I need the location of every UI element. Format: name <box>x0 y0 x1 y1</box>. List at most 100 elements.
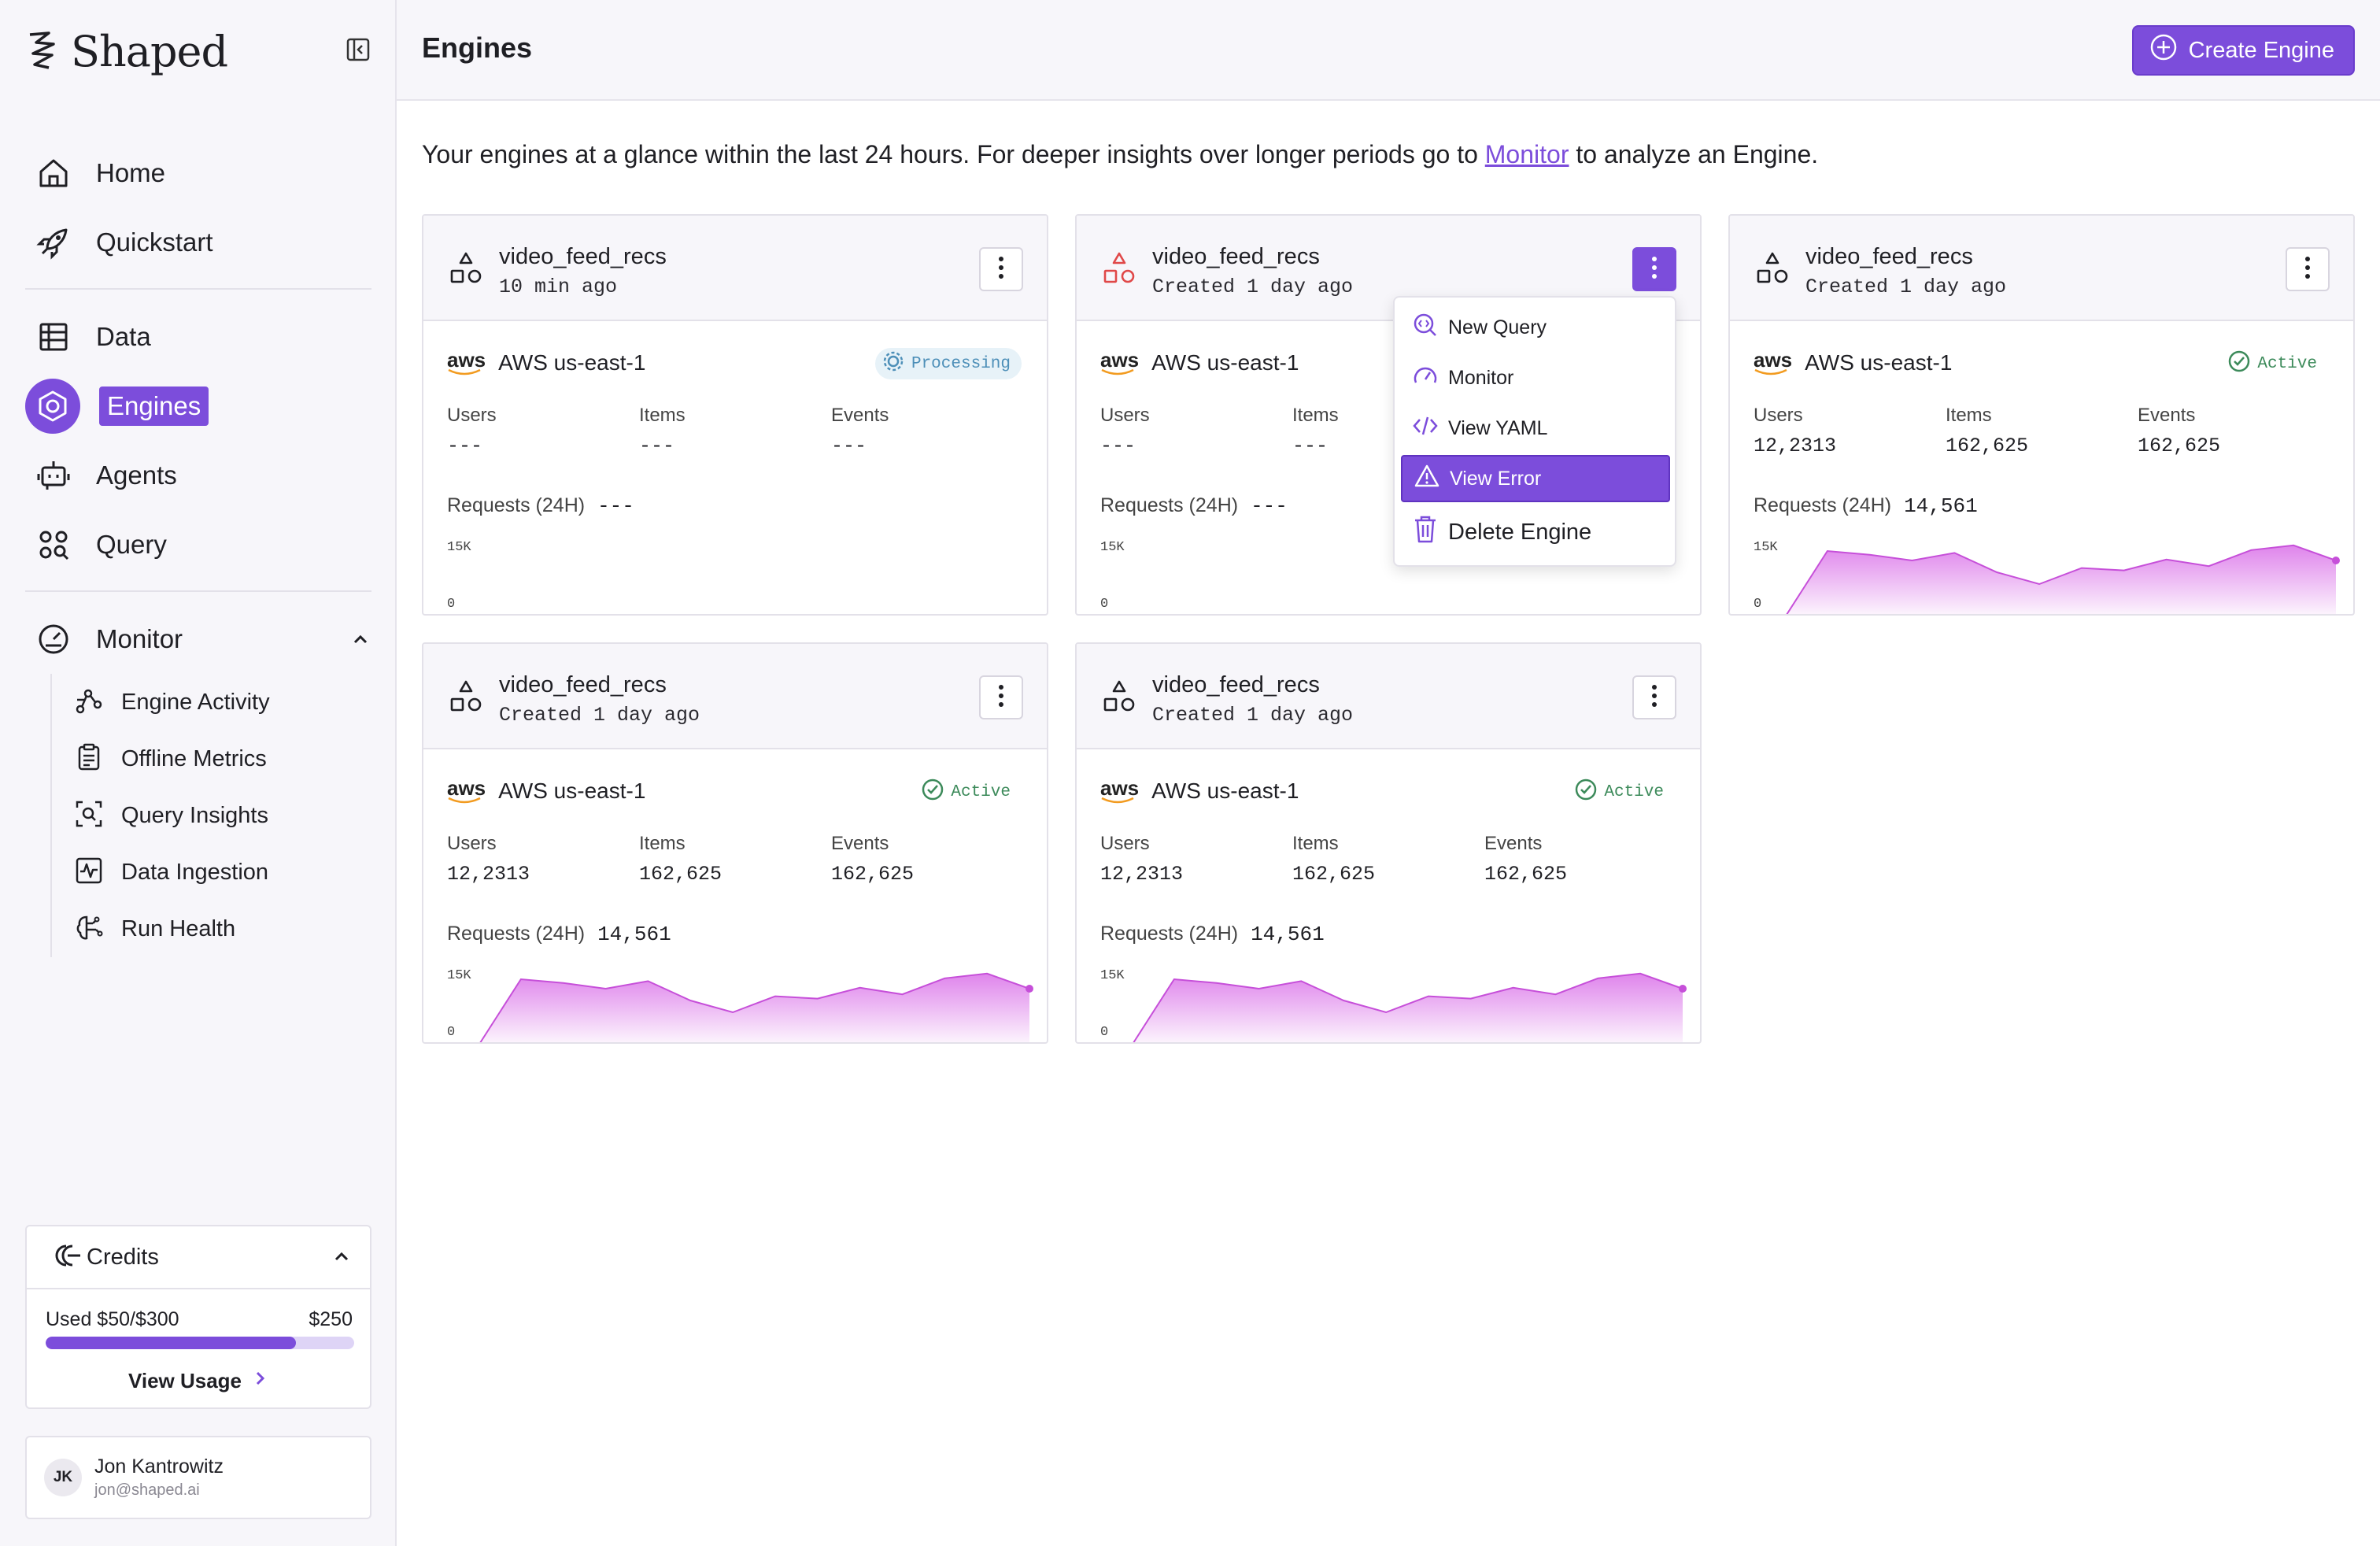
engine-menu-button[interactable] <box>1632 247 1676 291</box>
view-usage-link[interactable]: View Usage <box>27 1363 370 1398</box>
app-name: Shaped <box>71 26 228 76</box>
region-row: aws AWS us-east-1 <box>1100 350 1299 376</box>
nav-label: Quickstart <box>96 227 213 257</box>
kebab-menu-icon <box>1651 256 1658 283</box>
subnav-label: Query Insights <box>121 802 268 828</box>
sparkline-end-point <box>2332 557 2340 564</box>
stat-items: Items --- <box>639 405 686 457</box>
activity-graph-icon <box>74 686 104 719</box>
stat-value: --- <box>1292 435 1329 457</box>
user-email: jon@shaped.ai <box>94 1481 200 1499</box>
nav-label: Home <box>96 158 166 187</box>
nav-label: Agents <box>96 460 177 490</box>
engine-card[interactable]: video_feed_recs Created 1 day ago aws AW… <box>1075 642 1702 1044</box>
engine-error-shapes-icon <box>1100 250 1138 288</box>
engine-shapes-icon <box>447 250 485 288</box>
menu-item-view-error[interactable]: View Error <box>1401 455 1670 502</box>
menu-item-view-yaml[interactable]: View YAML <box>1401 405 1670 452</box>
menu-item-label: Monitor <box>1448 366 1514 389</box>
brain-icon <box>74 912 104 946</box>
plus-circle-icon <box>2149 33 2178 68</box>
chevron-up-icon[interactable] <box>349 628 371 654</box>
nav-item-monitor[interactable]: Monitor <box>25 608 371 671</box>
engine-name[interactable]: video_feed_recs <box>1152 244 1320 270</box>
rocket-icon <box>35 224 72 261</box>
sidebar: Shaped Home Quickstart Data Engines Agen… <box>0 0 397 1546</box>
nav-item-agents[interactable]: Agents <box>25 444 371 507</box>
nav-label: Query <box>96 530 167 559</box>
nav-divider <box>25 590 371 592</box>
engine-card[interactable]: video_feed_recs Created 1 day ago aws AW… <box>422 642 1048 1044</box>
subnav-label: Data Ingestion <box>121 859 269 885</box>
menu-item-monitor[interactable]: Monitor <box>1401 354 1670 401</box>
subnav-item-offline-metrics[interactable]: Offline Metrics <box>52 730 367 787</box>
stat-label: Items <box>639 405 686 426</box>
menu-item-delete-engine[interactable]: Delete Engine <box>1401 509 1670 556</box>
page-title: Engines <box>422 31 533 64</box>
avatar: JK <box>44 1459 82 1496</box>
nav-label: Engines <box>99 386 209 426</box>
engine-card[interactable]: video_feed_recs Created 1 day ago aws AW… <box>1728 214 2355 616</box>
engine-card[interactable]: video_feed_recs 10 min ago aws AWS us-ea… <box>422 214 1048 616</box>
requests-value: --- <box>1251 494 1288 518</box>
credits-progress-fill <box>46 1337 296 1349</box>
nav-item-home[interactable]: Home <box>25 142 371 205</box>
stat-users: Users --- <box>447 405 497 457</box>
menu-item-new-query[interactable]: New Query <box>1401 304 1670 351</box>
requests-sparkline <box>479 972 1033 1042</box>
requests-label: Requests (24H) <box>447 494 586 516</box>
robot-icon <box>35 457 72 494</box>
create-engine-button[interactable]: Create Engine <box>2131 25 2355 76</box>
chart-axis-max-label: 15K <box>447 540 471 555</box>
credits-header[interactable]: Credits <box>27 1226 370 1289</box>
subnav-item-query-insights[interactable]: Query Insights <box>52 787 367 844</box>
shaped-logo-icon <box>29 31 55 69</box>
engine-context-menu: New Query Monitor View YAML View Error D… <box>1393 296 1676 567</box>
engine-hexagon-icon <box>25 379 80 434</box>
credits-remaining: $250 <box>309 1308 353 1330</box>
code-icon <box>1412 412 1439 445</box>
subnav-item-engine-activity[interactable]: Engine Activity <box>52 674 367 730</box>
credits-panel: Credits Used $50/$300 $250 View Usage <box>25 1225 371 1409</box>
subnav-item-data-ingestion[interactable]: Data Ingestion <box>52 844 367 901</box>
requests-sparkline <box>1786 544 2340 614</box>
credits-icon <box>46 1241 82 1274</box>
nav-item-engines[interactable]: Engines <box>25 375 371 438</box>
requests-sparkline <box>1133 972 1687 1042</box>
engine-created-time: 10 min ago <box>499 276 618 298</box>
aws-logo-icon: aws <box>447 350 486 376</box>
engine-menu-button[interactable] <box>979 247 1023 291</box>
nav-item-data[interactable]: Data <box>25 305 371 368</box>
nav-item-query[interactable]: Query <box>25 513 371 576</box>
monitor-link[interactable]: Monitor <box>1485 140 1569 168</box>
monitor-subnav: Engine Activity Offline Metrics Query In… <box>50 674 365 957</box>
stat-label: Users <box>1100 405 1150 426</box>
intro-text: Your engines at a glance within the last… <box>422 140 1818 169</box>
status-label: Processing <box>911 354 1011 373</box>
subnav-label: Offline Metrics <box>121 745 267 771</box>
chevron-up-icon[interactable] <box>331 1245 353 1271</box>
top-bar: Engines Create Engine <box>397 0 2380 101</box>
menu-item-label: Delete Engine <box>1448 519 1592 545</box>
status-badge: Processing <box>874 348 1022 379</box>
stat-label: Items <box>1292 405 1339 426</box>
chart-axis-min-label: 0 <box>447 597 456 612</box>
engine-card-header: video_feed_recs 10 min ago <box>423 216 1047 321</box>
aws-logo-icon: aws <box>1100 350 1139 376</box>
menu-item-label: New Query <box>1448 316 1547 338</box>
nav-label: Data <box>96 322 151 351</box>
query-search-icon <box>1412 312 1439 344</box>
credits-used-label: Used $50/$300 <box>46 1308 179 1330</box>
view-usage-label: View Usage <box>128 1368 242 1393</box>
nav-divider <box>25 288 371 290</box>
stat-label: Users <box>447 405 497 426</box>
clipboard-icon <box>74 742 104 776</box>
intro-before: Your engines at a glance within the last… <box>422 140 1485 168</box>
sparkline-end-point <box>1679 985 1687 993</box>
nav-item-quickstart[interactable]: Quickstart <box>25 211 371 274</box>
engine-name[interactable]: video_feed_recs <box>499 244 667 270</box>
collapse-sidebar-icon[interactable] <box>345 36 371 63</box>
logo[interactable]: Shaped <box>25 24 228 79</box>
subnav-item-run-health[interactable]: Run Health <box>52 901 367 957</box>
user-card[interactable]: JK Jon Kantrowitz jon@shaped.ai <box>25 1436 371 1519</box>
